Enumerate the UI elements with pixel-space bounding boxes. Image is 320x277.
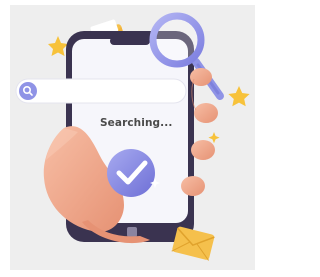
search-bar-icon xyxy=(19,82,37,100)
searching-status-text: Searching... xyxy=(100,117,173,129)
search-bar xyxy=(15,78,187,104)
star-icon xyxy=(228,86,250,107)
illustration-art xyxy=(15,12,250,261)
sparkle-icon xyxy=(208,132,220,144)
search-illustration: Searching... xyxy=(0,0,260,277)
envelope-icon xyxy=(171,226,215,261)
star-icon xyxy=(48,36,68,56)
